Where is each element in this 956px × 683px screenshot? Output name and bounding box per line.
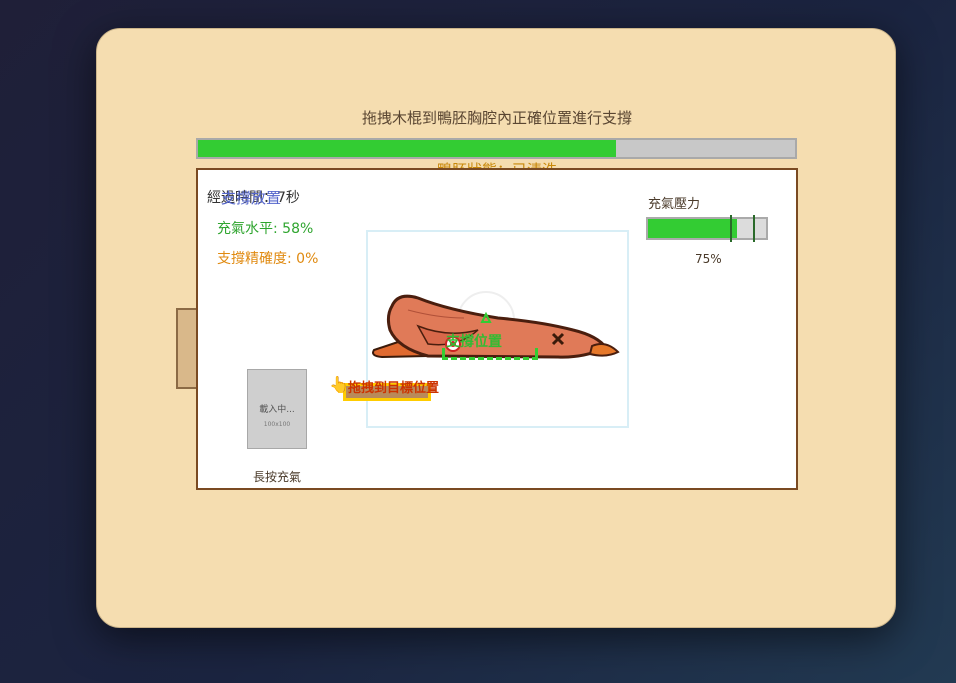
pressure-label: 充氣壓力 xyxy=(648,197,701,212)
pump-label: 長按充氣 xyxy=(252,470,301,484)
game-device-frame: 拖拽木棍到鴨胚胸腔內正確位置進行支撐 鴨胚狀態：已清洗 經過時間：7秒 支撐放置… xyxy=(96,28,896,628)
stick-drag-hint: 拖拽到目標位置 xyxy=(348,381,440,396)
instruction-text: 拖拽木棍到鴨胚胸腔內正確位置進行支撐 xyxy=(361,109,632,127)
hand-pointer-icon: 👆 xyxy=(329,375,349,394)
pressure-marker-high xyxy=(753,215,755,242)
pressure-gauge xyxy=(646,215,768,242)
pressure-gauge-fill xyxy=(648,219,737,238)
pump-button[interactable]: 載入中... 100x100 xyxy=(247,369,307,449)
inflation-level-text: 充氣水平: 58% xyxy=(217,221,314,237)
side-drawer-tab[interactable] xyxy=(176,308,198,389)
pressure-value-text: 75% xyxy=(695,252,722,266)
task-progress-bar xyxy=(196,138,797,159)
game-stage: 經過時間：7秒 支撐放置 充氣水平: 58% 支撐精確度: 0% 充氣壓力 75… xyxy=(196,168,798,490)
pump-loading-text: 載入中... xyxy=(259,405,295,415)
pump-size-text: 100x100 xyxy=(263,421,291,428)
support-accuracy-text: 支撐精確度: 0% xyxy=(217,251,319,267)
target-drop-zone[interactable] xyxy=(442,348,538,360)
stage-title: 支撐放置 xyxy=(221,189,282,207)
pressure-marker-low xyxy=(730,215,732,242)
task-progress-fill xyxy=(198,140,616,157)
